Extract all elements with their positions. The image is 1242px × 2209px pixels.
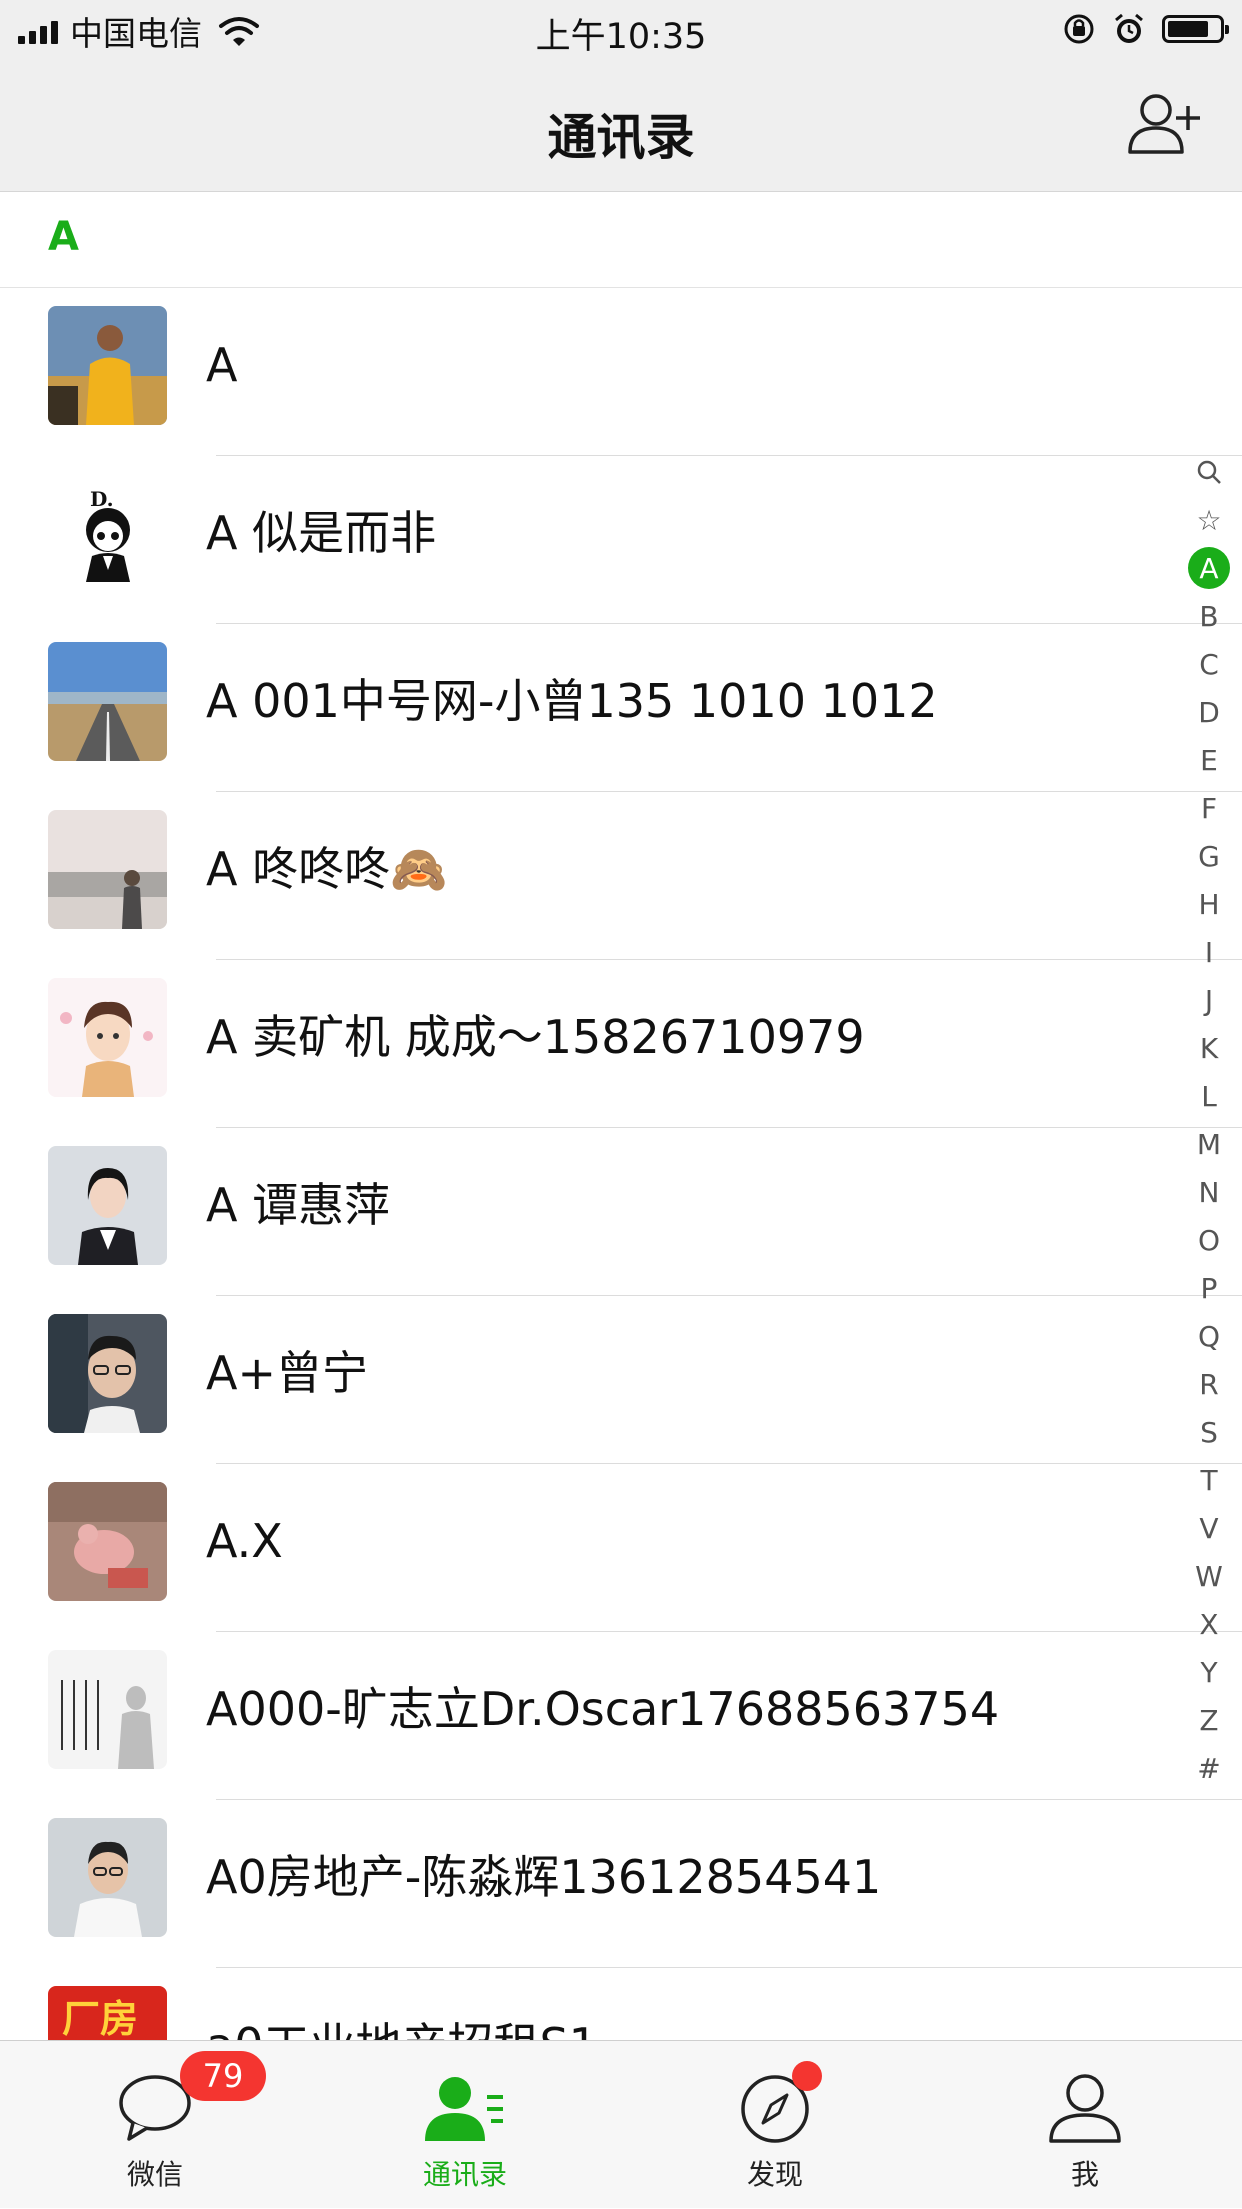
tab-me[interactable]: 我 <box>930 2041 1240 2209</box>
contact-avatar <box>48 1650 167 1769</box>
unread-badge: 79 <box>180 2051 266 2101</box>
contact-name: A 似是而非 <box>206 506 437 560</box>
index-letter[interactable]: M <box>1176 1120 1242 1168</box>
index-letter[interactable]: L <box>1176 1072 1242 1120</box>
contact-name: A 谭惠萍 <box>206 1178 391 1232</box>
tab-label: 通讯录 <box>422 2158 507 2191</box>
contact-name: a0工业地产招租S1 <box>206 1968 598 2040</box>
tab-discover[interactable]: 发现 <box>620 2041 930 2209</box>
index-letter[interactable]: # <box>1176 1744 1242 1792</box>
alphabet-index[interactable]: ☆ A B C D E F G H I J K L M N O P Q R S T V W X Y Z # <box>1176 448 1242 1792</box>
contact-avatar <box>48 306 167 425</box>
contact-avatar <box>48 1818 167 1937</box>
index-letter[interactable]: X <box>1176 1600 1242 1648</box>
contact-name: A0房地产-陈淼辉13612854541 <box>206 1850 882 1904</box>
index-letter[interactable]: T <box>1176 1456 1242 1504</box>
contact-avatar: D. <box>48 474 167 593</box>
alarm-icon <box>1115 13 1143 43</box>
contact-row[interactable]: A0房地产-陈淼辉13612854541 <box>0 1800 1242 1968</box>
tab-label: 我 <box>1070 2158 1099 2191</box>
tab-bar: 79 微信 通讯录 发现 我 <box>0 2040 1242 2208</box>
contact-name: A+曾宁 <box>206 1346 369 1400</box>
contact-name: A <box>206 338 238 392</box>
contact-row[interactable]: 厂房 a0工业地产招租S1 <box>0 1968 1242 2040</box>
contact-avatar <box>48 978 167 1097</box>
person-icon <box>1049 2074 1121 2143</box>
contact-name: A 卖矿机 成成～15826710979 <box>206 1010 865 1064</box>
contact-name: A.X <box>206 1514 283 1568</box>
battery-level <box>1168 21 1208 37</box>
navigation-bar: 通讯录 <box>0 62 1242 192</box>
tab-label: 发现 <box>746 2158 803 2191</box>
status-bar: 中国电信 上午10:35 <box>0 0 1242 62</box>
index-active-bubble: A <box>1188 547 1230 589</box>
index-letter[interactable]: F <box>1176 784 1242 832</box>
battery-icon <box>1162 15 1229 43</box>
index-letter[interactable]: Y <box>1176 1648 1242 1696</box>
index-letter[interactable]: O <box>1176 1216 1242 1264</box>
contact-name: A000-旷志立Dr.Oscar17688563754 <box>206 1682 1000 1736</box>
contact-row[interactable]: D. A 似是而非 <box>0 456 1242 624</box>
contact-row[interactable]: A 卖矿机 成成～15826710979 <box>0 960 1242 1128</box>
index-letter[interactable]: Z <box>1176 1696 1242 1744</box>
index-letter[interactable]: D <box>1176 688 1242 736</box>
index-letter[interactable]: P <box>1176 1264 1242 1312</box>
new-dot <box>792 2061 822 2091</box>
page-title: 通讯录 <box>547 109 695 166</box>
index-letter[interactable]: Q <box>1176 1312 1242 1360</box>
index-letter[interactable]: G <box>1176 832 1242 880</box>
contact-avatar <box>48 1146 167 1265</box>
index-letter[interactable]: S <box>1176 1408 1242 1456</box>
tab-wechat[interactable]: 79 微信 <box>0 2041 310 2209</box>
contact-list[interactable]: A D. A 似是而非 A 001中号网-小曾135 1010 1012 A 咚… <box>0 288 1242 2040</box>
index-search-icon[interactable] <box>1176 448 1242 496</box>
index-letter[interactable]: E <box>1176 736 1242 784</box>
contact-name: A 咚咚咚🙈 <box>206 842 448 896</box>
index-letter-active[interactable]: A <box>1176 544 1242 592</box>
contact-avatar <box>48 1314 167 1433</box>
index-letter[interactable]: V <box>1176 1504 1242 1552</box>
index-letter[interactable]: W <box>1176 1552 1242 1600</box>
section-letter: A <box>48 214 79 260</box>
tab-label: 微信 <box>126 2158 183 2191</box>
contact-row[interactable]: A 001中号网-小曾135 1010 1012 <box>0 624 1242 792</box>
add-contact-icon[interactable] <box>1126 90 1202 156</box>
tab-contacts[interactable]: 通讯录 <box>310 2041 620 2209</box>
index-letter[interactable]: J <box>1176 976 1242 1024</box>
index-star-icon[interactable]: ☆ <box>1176 496 1242 544</box>
contact-row[interactable]: A 谭惠萍 <box>0 1128 1242 1296</box>
section-header: A <box>0 192 1242 288</box>
svg-text:D.: D. <box>90 487 114 511</box>
index-letters[interactable]: B C D E F G H I J K L M N O P Q R S T V W X Y Z # <box>1176 592 1242 1792</box>
index-letter[interactable]: N <box>1176 1168 1242 1216</box>
svg-text:厂房: 厂房 <box>62 1997 138 2040</box>
index-letter[interactable]: B <box>1176 592 1242 640</box>
contact-row[interactable]: A000-旷志立Dr.Oscar17688563754 <box>0 1632 1242 1800</box>
contact-avatar <box>48 642 167 761</box>
contact-avatar <box>48 1482 167 1601</box>
contact-row[interactable]: A+曾宁 <box>0 1296 1242 1464</box>
index-letter[interactable]: C <box>1176 640 1242 688</box>
contact-row[interactable]: A 咚咚咚🙈 <box>0 792 1242 960</box>
index-letter[interactable]: H <box>1176 880 1242 928</box>
status-time: 上午10:35 <box>535 17 707 57</box>
status-right <box>1062 12 1229 46</box>
contact-row[interactable]: A <box>0 288 1242 456</box>
index-letter[interactable]: I <box>1176 928 1242 976</box>
index-letter[interactable]: R <box>1176 1360 1242 1408</box>
contacts-icon <box>425 2077 503 2141</box>
contact-row[interactable]: A.X <box>0 1464 1242 1632</box>
contact-name: A 001中号网-小曾135 1010 1012 <box>206 674 938 728</box>
contact-avatar <box>48 810 167 929</box>
index-letter[interactable]: K <box>1176 1024 1242 1072</box>
rotation-lock-icon <box>1064 14 1094 44</box>
contact-avatar: 厂房 <box>48 1986 167 2040</box>
